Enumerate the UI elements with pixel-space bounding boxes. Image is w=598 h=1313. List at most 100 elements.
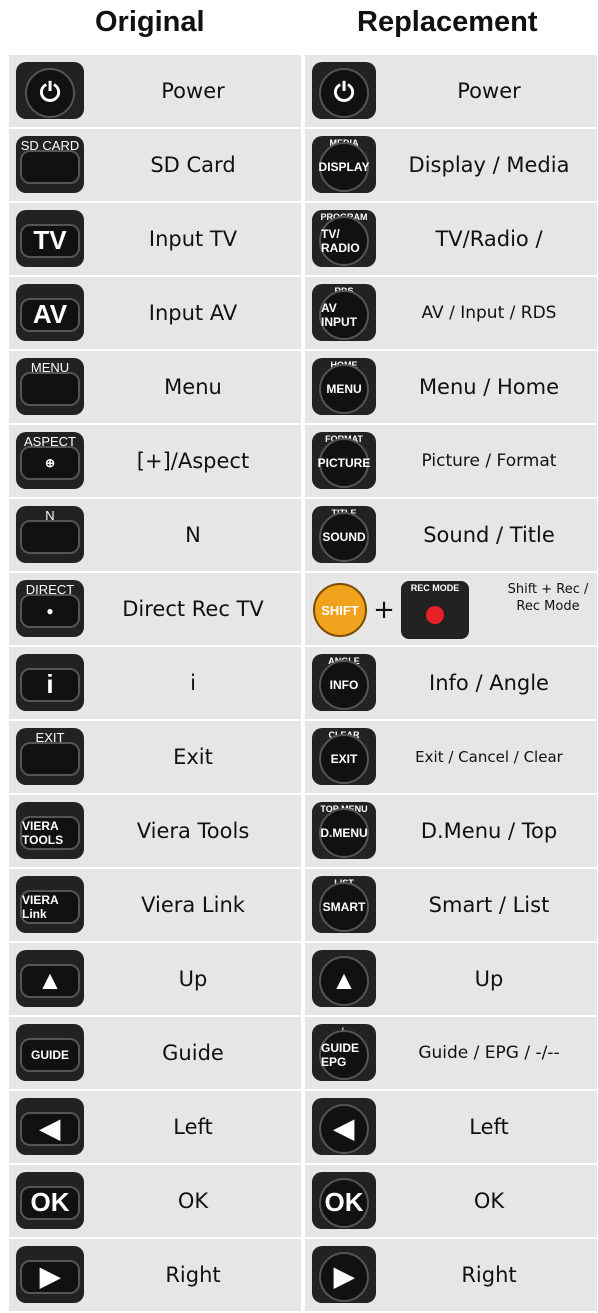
shift-button-icon: SHIFT — [313, 583, 367, 637]
rec-mode-button-icon: REC MODE — [401, 581, 469, 639]
button-label: Right — [165, 1262, 221, 1287]
button-face: ⏻ — [319, 67, 369, 118]
button-face: ▶ — [20, 1259, 80, 1294]
table-row: ▲ Up ▲ Up — [9, 943, 597, 1015]
button-face — [20, 371, 80, 406]
button-face: EXIT — [319, 733, 369, 784]
ok-button-icon: OK — [312, 1172, 376, 1229]
button-label: Power — [161, 78, 225, 103]
replacement-cell: -/--GUIDE EPG Guide / EPG / -/-- — [305, 1017, 597, 1089]
sound-button-icon: TITLESOUND — [312, 506, 376, 563]
table-row: GUIDE Guide -/--GUIDE EPG Guide / EPG / -/-… — [9, 1017, 597, 1089]
button-face: GUIDE — [20, 1037, 80, 1072]
table-row: OK OK OK OK — [9, 1165, 597, 1237]
direct-tv-rec-button-icon: DIRECT TV REC● — [16, 580, 84, 637]
replacement-cell: ANGLEINFO Info / Angle — [305, 647, 597, 719]
button-label: Sound / Title — [423, 522, 555, 547]
right-arrow-icon: ▶ — [16, 1246, 84, 1303]
table-row: TV Input TV PROGRAMTV/ RADIO TV/Radio / — [9, 203, 597, 275]
original-cell: OK OK — [9, 1165, 301, 1237]
button-label: Shift + Rec / Rec Mode — [507, 582, 589, 614]
button-face: ▲ — [319, 955, 369, 1006]
table-row: EXIT Exit CLEAREXIT Exit / Cancel / Clear — [9, 721, 597, 793]
original-cell: ▶ Right — [9, 1239, 301, 1311]
original-cell: NN — [9, 499, 301, 571]
button-face: GUIDE EPG — [319, 1029, 369, 1080]
original-cell: GUIDE Guide — [9, 1017, 301, 1089]
viera-tools-button-icon: VIERA TOOLS — [16, 802, 84, 859]
button-face — [20, 741, 80, 776]
replacement-cell: CLEAREXIT Exit / Cancel / Clear — [305, 721, 597, 793]
button-face: ● — [20, 593, 80, 628]
original-cell: VIERA TOOLS Viera Tools — [9, 795, 301, 867]
button-face: ⏻ — [25, 67, 75, 118]
button-label: Input TV — [148, 226, 238, 251]
original-cell: DIRECT TV REC● Direct Rec TV — [9, 573, 301, 645]
column-header-original: Original — [95, 6, 205, 38]
button-face: ▶ — [319, 1251, 369, 1302]
column-header-replacement: Replacement — [357, 6, 538, 38]
tv-radio-button-icon: PROGRAMTV/ RADIO — [312, 210, 376, 267]
original-cell: AV Input AV — [9, 277, 301, 349]
original-cell: ◀ Left — [9, 1091, 301, 1163]
n-button-icon: N — [16, 506, 84, 563]
menu-button-icon: MENU — [16, 358, 84, 415]
replacement-cell: TITLESOUND Sound / Title — [305, 499, 597, 571]
button-face — [20, 149, 80, 184]
button-label: OK — [473, 1188, 505, 1213]
left-arrow-icon: ◀ — [312, 1098, 376, 1155]
table-row: ◀ Left ◀ Left — [9, 1091, 597, 1163]
button-label: Display / Media — [408, 152, 570, 177]
button-face: OK — [20, 1185, 80, 1220]
replacement-cell: ◀ Left — [305, 1091, 597, 1163]
button-label: Menu — [164, 374, 222, 399]
info-button-icon: ANGLEINFO — [312, 654, 376, 711]
replacement-cell: TOP MENUD.MENU D.Menu / Top — [305, 795, 597, 867]
av-input-button-icon: RDSAV INPUT — [312, 284, 376, 341]
button-label: TV/Radio / — [435, 226, 543, 251]
original-cell: ⏻ Power — [9, 55, 301, 127]
button-label: Guide / EPG / -/-- — [418, 1042, 560, 1063]
exit-clear-button-icon: CLEAREXIT — [312, 728, 376, 785]
left-arrow-icon: ◀ — [16, 1098, 84, 1155]
plus-sign: + — [373, 595, 395, 625]
original-cell: ASPECT ⊕ [+]/Aspect — [9, 425, 301, 497]
table-header: Original Replacement — [0, 0, 598, 52]
button-label: OK — [177, 1188, 209, 1213]
button-face: INFO — [319, 659, 369, 710]
original-cell: VIERA Link Viera Link — [9, 869, 301, 941]
button-label: Exit / Cancel / Clear — [415, 747, 563, 766]
replacement-cell: SHIFT + REC MODE Shift + Rec / Rec Mode — [305, 573, 597, 645]
picture-button-icon: FORMATPICTURE — [312, 432, 376, 489]
table-row: NNTITLESOUND Sound / Title — [9, 499, 597, 571]
button-face: AV INPUT — [319, 289, 369, 340]
table-row: ASPECT⊕ [+]/Aspect FORMATPICTURE Picture / … — [9, 425, 597, 497]
original-cell: MENU Menu — [9, 351, 301, 423]
table-row: ▶ Right ▶ Right — [9, 1239, 597, 1311]
table-row: DIRECT TV REC● Direct Rec TV SHIFT+ REC MOD… — [9, 573, 597, 645]
ok-button-icon: OK — [16, 1172, 84, 1229]
up-arrow-icon: ▲ — [16, 950, 84, 1007]
button-face: VIERA Link — [20, 889, 80, 924]
table-row: MENU Menu HOMEMENU Menu / Home — [9, 351, 597, 423]
button-label: Guide — [162, 1040, 224, 1065]
up-arrow-icon: ▲ — [312, 950, 376, 1007]
original-cell: SD CARD SD Card — [9, 129, 301, 201]
button-face: D.MENU — [319, 807, 369, 858]
button-face: ◀ — [20, 1111, 80, 1146]
button-label: Picture / Format — [421, 450, 557, 471]
original-cell: ii — [9, 647, 301, 719]
replacement-cell: ⏻ Power — [305, 55, 597, 127]
button-label: Up — [474, 966, 504, 991]
replacement-cell: ▲ Up — [305, 943, 597, 1015]
button-label: AV / Input / RDS — [421, 302, 557, 323]
power-icon: ⏻ — [312, 62, 376, 119]
guide-button-icon: GUIDE — [16, 1024, 84, 1081]
button-label: [+]/Aspect — [136, 448, 250, 473]
button-face: ⊕ — [20, 445, 80, 480]
exit-button-icon: EXIT — [16, 728, 84, 785]
button-face: AV — [20, 297, 80, 332]
button-face — [20, 519, 80, 554]
button-label: Info / Angle — [429, 670, 549, 695]
right-arrow-icon: ▶ — [312, 1246, 376, 1303]
